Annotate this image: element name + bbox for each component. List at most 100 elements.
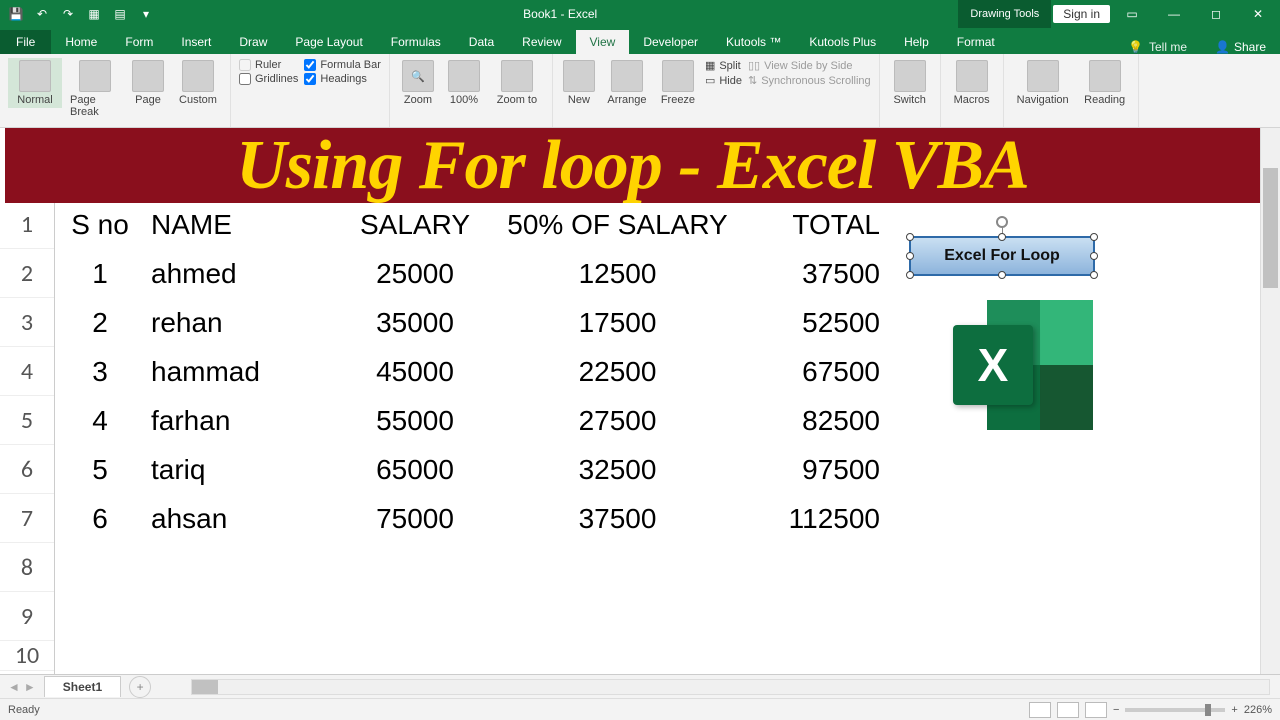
tab-insert[interactable]: Insert — [167, 30, 225, 54]
resize-handle[interactable] — [1090, 233, 1098, 241]
hide-button[interactable]: ▭Hide — [705, 74, 742, 87]
sheet-next-icon[interactable]: ► — [24, 680, 36, 694]
tab-format[interactable]: Format — [943, 30, 1009, 54]
row-header[interactable]: 5 — [0, 396, 54, 445]
tab-form[interactable]: Form — [111, 30, 167, 54]
cell[interactable]: 17500 — [495, 307, 740, 339]
cell[interactable]: 35000 — [335, 307, 495, 339]
cell[interactable]: 22500 — [495, 356, 740, 388]
tab-kutools[interactable]: Kutools ™ — [712, 30, 795, 54]
cell[interactable]: 67500 — [740, 356, 890, 388]
resize-handle[interactable] — [998, 233, 1006, 241]
header-total[interactable]: TOTAL — [740, 209, 890, 241]
cell[interactable]: hammad — [145, 356, 335, 388]
zoom-level[interactable]: 226% — [1244, 704, 1272, 716]
ruler-checkbox[interactable]: Ruler — [239, 59, 298, 71]
header-salary[interactable]: SALARY — [335, 209, 495, 241]
cells-area[interactable]: S no NAME SALARY 50% OF SALARY TOTAL 1ah… — [55, 200, 1260, 680]
cell[interactable]: rehan — [145, 307, 335, 339]
zoom100-button[interactable]: 100% — [444, 58, 484, 108]
resize-handle[interactable] — [1090, 252, 1098, 260]
cell[interactable]: 5 — [55, 454, 145, 486]
row-header[interactable]: 8 — [0, 543, 54, 592]
resize-handle[interactable] — [906, 252, 914, 260]
tab-draw[interactable]: Draw — [225, 30, 281, 54]
share-button[interactable]: 👤Share — [1201, 40, 1280, 54]
qat-btn-2[interactable]: ▤ — [108, 2, 132, 26]
switch-windows-button[interactable]: Switch — [888, 58, 932, 108]
cell[interactable]: 3 — [55, 356, 145, 388]
tab-formulas[interactable]: Formulas — [377, 30, 455, 54]
zoom-in-icon[interactable]: + — [1231, 704, 1237, 716]
cell[interactable]: 37500 — [495, 503, 740, 535]
ribbon-options-icon[interactable]: ▭ — [1112, 0, 1152, 28]
save-icon[interactable]: 💾 — [4, 2, 28, 26]
cell[interactable]: 112500 — [740, 503, 890, 535]
split-button[interactable]: ▦Split — [705, 59, 742, 72]
cell[interactable]: tariq — [145, 454, 335, 486]
tab-home[interactable]: Home — [51, 30, 111, 54]
cell[interactable]: 97500 — [740, 454, 890, 486]
undo-icon[interactable]: ↶ — [30, 2, 54, 26]
cell[interactable]: 4 — [55, 405, 145, 437]
freeze-button[interactable]: Freeze — [657, 58, 699, 108]
zoomto-button[interactable]: Zoom to — [490, 58, 544, 108]
row-header[interactable]: 9 — [0, 592, 54, 641]
cell[interactable]: ahsan — [145, 503, 335, 535]
navigation-button[interactable]: Navigation — [1012, 58, 1074, 108]
row-header[interactable]: 4 — [0, 347, 54, 396]
row-header[interactable]: 10 — [0, 641, 54, 671]
arrange-button[interactable]: Arrange — [603, 58, 651, 108]
cell[interactable]: 75000 — [335, 503, 495, 535]
sheet-tab[interactable]: Sheet1 — [44, 676, 121, 697]
cell[interactable]: 65000 — [335, 454, 495, 486]
cell[interactable]: 82500 — [740, 405, 890, 437]
resize-handle[interactable] — [906, 271, 914, 279]
cell[interactable]: 37500 — [740, 258, 890, 290]
zoom-button[interactable]: 🔍Zoom — [398, 58, 438, 108]
vertical-scrollbar[interactable] — [1260, 128, 1280, 680]
tab-help[interactable]: Help — [890, 30, 943, 54]
minimize-icon[interactable]: — — [1154, 0, 1194, 28]
cell[interactable]: 45000 — [335, 356, 495, 388]
signin-button[interactable]: Sign in — [1053, 5, 1110, 23]
header-pct[interactable]: 50% OF SALARY — [495, 209, 740, 241]
tab-developer[interactable]: Developer — [629, 30, 712, 54]
page-layout-button[interactable]: Page — [128, 58, 168, 108]
zoom-slider[interactable] — [1125, 708, 1225, 712]
redo-icon[interactable]: ↷ — [56, 2, 80, 26]
reading-button[interactable]: Reading — [1080, 58, 1130, 108]
qat-dropdown-icon[interactable]: ▾ — [134, 2, 158, 26]
normal-view-icon[interactable] — [1029, 702, 1051, 718]
header-name[interactable]: NAME — [145, 209, 335, 241]
pagebreak-view-button[interactable]: Page Break — [68, 58, 122, 120]
macros-button[interactable]: Macros — [949, 58, 995, 108]
normal-view-button[interactable]: Normal — [8, 58, 62, 108]
tab-kutoolsplus[interactable]: Kutools Plus — [795, 30, 890, 54]
cell[interactable]: 52500 — [740, 307, 890, 339]
qat-btn-1[interactable]: ▦ — [82, 2, 106, 26]
row-header[interactable]: 7 — [0, 494, 54, 543]
horizontal-scrollbar[interactable] — [191, 679, 1270, 695]
worksheet-grid[interactable]: 1 2 3 4 5 6 7 8 9 10 S no NAME SALARY 50… — [0, 200, 1260, 680]
resize-handle[interactable] — [1090, 271, 1098, 279]
newwindow-button[interactable]: New — [561, 58, 597, 108]
headings-checkbox[interactable]: Headings — [304, 73, 381, 85]
row-header[interactable]: 3 — [0, 298, 54, 347]
cell[interactable]: farhan — [145, 405, 335, 437]
row-header[interactable]: 6 — [0, 445, 54, 494]
scrollbar-thumb[interactable] — [1263, 168, 1278, 288]
row-header[interactable]: 1 — [0, 200, 54, 249]
cell[interactable]: 1 — [55, 258, 145, 290]
gridlines-checkbox[interactable]: Gridlines — [239, 73, 298, 85]
rotate-handle-icon[interactable] — [996, 216, 1008, 228]
cell[interactable]: 27500 — [495, 405, 740, 437]
row-header[interactable]: 2 — [0, 249, 54, 298]
macro-shape-button[interactable]: Excel For Loop — [909, 236, 1095, 276]
cell[interactable]: 32500 — [495, 454, 740, 486]
cell[interactable]: 25000 — [335, 258, 495, 290]
cell[interactable]: 12500 — [495, 258, 740, 290]
cell[interactable]: 6 — [55, 503, 145, 535]
cell[interactable]: 2 — [55, 307, 145, 339]
maximize-icon[interactable]: ◻ — [1196, 0, 1236, 28]
